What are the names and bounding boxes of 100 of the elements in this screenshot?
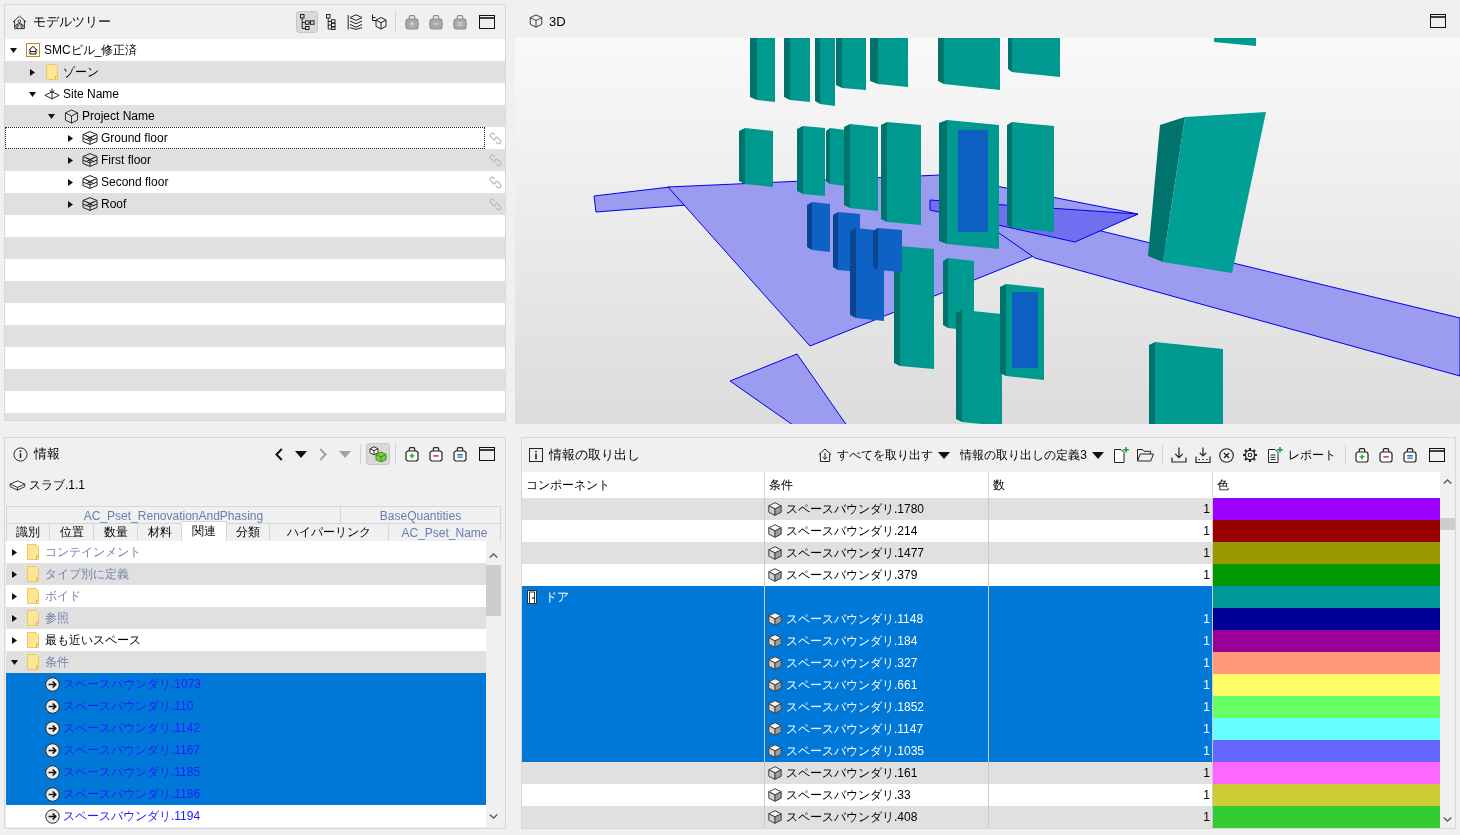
- tab[interactable]: AC_Pset_RenovationAndPhasing: [7, 506, 341, 523]
- panel-title: 情報: [34, 445, 60, 463]
- tab[interactable]: 関連: [182, 521, 227, 541]
- 3d-view[interactable]: [515, 38, 1460, 424]
- chevron-up-icon[interactable]: [489, 553, 498, 558]
- chevron-down-icon[interactable]: [1443, 817, 1452, 822]
- tree-label[interactable]: Project Name: [82, 109, 155, 123]
- table-row[interactable]: スペースバウンダリ.1148 1: [522, 608, 1440, 630]
- caret-right-icon[interactable]: [67, 156, 73, 164]
- tree-label[interactable]: Ground floor: [101, 131, 168, 145]
- condition-name: スペースバウンダリ.1147: [786, 720, 924, 738]
- table-row[interactable]: スペースバウンダリ.408 1: [522, 806, 1440, 828]
- condition-name: スペースバウンダリ.1477: [786, 544, 925, 562]
- door-icon: [527, 590, 537, 604]
- tree-label[interactable]: ゾーン: [63, 63, 99, 81]
- caret-down-icon: [1092, 451, 1104, 459]
- caret-down-icon[interactable]: [9, 47, 17, 53]
- caret-down-icon[interactable]: [10, 659, 18, 665]
- hierarchy-icon: [299, 14, 315, 30]
- table-row[interactable]: スペースバウンダリ.1035 1: [522, 740, 1440, 762]
- folder-icon: [27, 610, 39, 626]
- caret-right-icon[interactable]: [67, 134, 73, 142]
- tray-download-icon: [1195, 447, 1211, 463]
- tree-label[interactable]: ボイド: [45, 587, 81, 605]
- highlight-toggle-button[interactable]: [366, 443, 390, 465]
- cube-icon: [768, 568, 782, 582]
- tree-label[interactable]: Site Name: [63, 87, 120, 101]
- floor-stack-icon: [82, 131, 98, 145]
- table-row[interactable]: スペースバウンダリ.184 1: [522, 630, 1440, 652]
- cube-icon: [768, 502, 782, 516]
- cube-icon: [768, 524, 782, 538]
- arrow-circle-icon: [45, 742, 60, 758]
- caret-right-icon[interactable]: [11, 592, 17, 600]
- caret-right-icon[interactable]: [11, 570, 17, 578]
- folder-icon: [46, 64, 58, 80]
- table-row[interactable]: スペースバウンダリ.1852 1: [522, 696, 1440, 718]
- count-value: 1: [1203, 546, 1210, 560]
- caret-right-icon[interactable]: [11, 614, 17, 622]
- caret-down-icon: [938, 451, 951, 459]
- table-row[interactable]: スペースバウンダリ.1477 1: [522, 542, 1440, 564]
- floor-stack-icon: [82, 153, 98, 167]
- caret-down-icon[interactable]: [28, 91, 36, 97]
- caret-right-icon[interactable]: [11, 548, 17, 556]
- tree-label[interactable]: スペースバウンダリ.1194: [63, 807, 201, 825]
- scrollbar-thumb[interactable]: [1440, 518, 1455, 530]
- tab[interactable]: ハイパーリンク: [270, 523, 389, 541]
- cube-icon: [768, 722, 782, 736]
- tab[interactable]: 数量: [94, 523, 138, 541]
- tree-label[interactable]: Roof: [101, 197, 127, 211]
- count-value: 1: [1203, 766, 1210, 780]
- extract-all-button[interactable]: すべてを取り出す: [814, 444, 955, 466]
- cube-icon: [768, 612, 782, 626]
- count-value: 1: [1203, 700, 1210, 714]
- tab[interactable]: 材料: [138, 523, 182, 541]
- report-button[interactable]: レポート: [1263, 444, 1340, 466]
- condition-name: スペースバウンダリ.379: [786, 566, 918, 584]
- tab[interactable]: 位置: [50, 523, 94, 541]
- caret-right-icon[interactable]: [11, 636, 17, 644]
- caret-right-icon[interactable]: [67, 178, 73, 186]
- tree-label[interactable]: 最も近いスペース: [45, 631, 141, 649]
- condition-name: スペースバウンダリ.214: [786, 522, 918, 540]
- bag-minus-icon: [428, 14, 444, 30]
- table-row[interactable]: スペースバウンダリ.661 1: [522, 674, 1440, 696]
- caret-down-icon[interactable]: [47, 113, 55, 119]
- chevron-left-icon: [275, 447, 283, 461]
- info-box-icon: [529, 448, 543, 462]
- report-icon: [1267, 447, 1283, 463]
- table-row[interactable]: スペースバウンダリ.1147 1: [522, 718, 1440, 740]
- tab[interactable]: BaseQuantities: [341, 506, 501, 523]
- table-row[interactable]: スペースバウンダリ.161 1: [522, 762, 1440, 784]
- window-icon: [479, 447, 495, 461]
- tab[interactable]: 識別: [7, 523, 50, 541]
- cube-icon: [63, 108, 79, 124]
- scrollbar-thumb[interactable]: [486, 565, 501, 616]
- folder-icon: [27, 566, 39, 582]
- bag-plus-icon: [404, 446, 420, 462]
- view-mode-button[interactable]: [296, 11, 318, 33]
- chevron-up-icon[interactable]: [1443, 479, 1452, 484]
- table-row[interactable]: スペースバウンダリ.1780 1: [522, 498, 1440, 520]
- caret-right-icon[interactable]: [29, 68, 35, 76]
- column-header[interactable]: 色: [1213, 472, 1440, 498]
- cube-icon: [768, 700, 782, 714]
- count-value: 1: [1203, 502, 1210, 516]
- house-icon: [26, 43, 40, 57]
- table-row[interactable]: ドア: [522, 586, 1440, 608]
- definition-dropdown[interactable]: 情報の取り出しの定義3: [956, 444, 1108, 466]
- tab[interactable]: AC_Pset_Name: [389, 523, 501, 541]
- tree-label[interactable]: First floor: [101, 153, 151, 167]
- tree-label[interactable]: コンテインメント: [45, 543, 141, 561]
- chevron-down-icon[interactable]: [489, 814, 498, 819]
- tab[interactable]: 分類: [227, 523, 270, 541]
- tree-label[interactable]: SMCビル_修正済: [44, 41, 138, 59]
- table-row[interactable]: スペースバウンダリ.327 1: [522, 652, 1440, 674]
- panel-title: 3D: [549, 13, 566, 29]
- caret-right-icon[interactable]: [67, 200, 73, 208]
- house-tree-icon: [12, 14, 27, 30]
- floor-stack-icon: [82, 175, 98, 189]
- bag-minus-icon: [1378, 447, 1394, 463]
- tree-label[interactable]: Second floor: [101, 175, 169, 189]
- component-name: ドア: [545, 588, 569, 606]
